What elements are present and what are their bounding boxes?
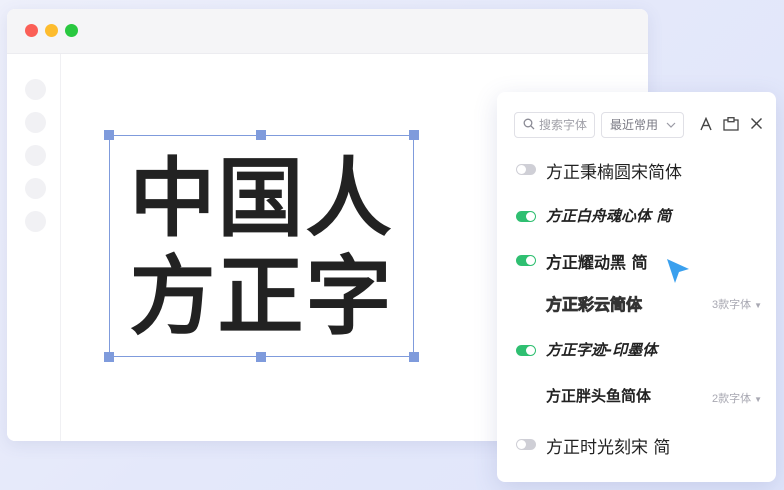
caret-down-icon: ▼: [754, 395, 762, 404]
sidebar-item[interactable]: [25, 112, 46, 133]
font-list-item[interactable]: 方正白舟魂心体 简: [497, 201, 776, 235]
font-list-item[interactable]: 方正耀动黑 简: [497, 245, 776, 279]
font-list-item[interactable]: 方正秉楠圆宋简体: [497, 154, 776, 188]
resize-handle-bottom-left[interactable]: [104, 352, 114, 362]
sidebar-item[interactable]: [25, 145, 46, 166]
window-titlebar: [7, 9, 648, 54]
font-toggle[interactable]: [516, 345, 536, 356]
caret-down-icon: ▼: [754, 301, 762, 310]
font-toggle[interactable]: [516, 211, 536, 222]
sidebar-item[interactable]: [25, 79, 46, 100]
font-filter-select[interactable]: 最近常用: [601, 112, 684, 138]
font-letter-icon[interactable]: [699, 117, 713, 131]
font-variant-count[interactable]: 3款字体 ▼: [712, 296, 762, 312]
search-placeholder: 搜索字体: [539, 118, 588, 132]
close-window-button[interactable]: [25, 24, 38, 37]
window-layout-icon[interactable]: [723, 117, 739, 131]
mouse-cursor-icon: [667, 259, 689, 283]
canvas-text-line-2: 方正字: [129, 247, 394, 347]
font-name: 方正耀动黑 简: [546, 253, 648, 272]
filter-value: 最近常用: [610, 118, 659, 132]
font-name: 方正时光刻宋 简: [546, 438, 671, 458]
maximize-window-button[interactable]: [65, 24, 78, 37]
font-toggle[interactable]: [516, 439, 536, 450]
font-name: 方正秉楠圆宋简体: [546, 163, 682, 183]
font-name: 方正字迹-印墨体: [546, 341, 658, 359]
resize-handle-top-right[interactable]: [409, 130, 419, 140]
font-name: 方正白舟魂心体 简: [546, 207, 672, 225]
font-search-input[interactable]: 搜索字体: [514, 112, 595, 138]
sidebar-item[interactable]: [25, 178, 46, 199]
sidebar-item[interactable]: [25, 211, 46, 232]
close-icon[interactable]: [750, 117, 763, 130]
font-variant-count[interactable]: 2款字体 ▼: [712, 390, 762, 406]
font-list-item[interactable]: 方正时光刻宋 简: [497, 429, 776, 463]
canvas-text-line-1: 中国人: [129, 149, 394, 249]
search-icon: [523, 118, 535, 130]
font-toggle[interactable]: [516, 164, 536, 175]
chevron-down-icon: [666, 114, 676, 145]
font-list-item[interactable]: 方正彩云简体 3款字体 ▼: [497, 287, 776, 321]
selected-text-box[interactable]: 中国人 方正字: [104, 130, 419, 362]
font-list-item[interactable]: 方正胖头鱼简体 2款字体 ▼: [497, 381, 776, 415]
resize-handle-bottom[interactable]: [256, 352, 266, 362]
font-toggle[interactable]: [516, 255, 536, 266]
font-name: 方正胖头鱼简体: [546, 387, 652, 405]
resize-handle-bottom-right[interactable]: [409, 352, 419, 362]
font-panel: 搜索字体 最近常用 方正秉楠圆宋简体 方正白舟魂心体 简 方正耀动黑 简 方正彩…: [497, 92, 776, 482]
font-list-item[interactable]: 方正字迹-印墨体: [497, 335, 776, 369]
resize-handle-top-left[interactable]: [104, 130, 114, 140]
resize-handle-top[interactable]: [256, 130, 266, 140]
minimize-window-button[interactable]: [45, 24, 58, 37]
sidebar: [7, 54, 61, 441]
font-name: 方正彩云简体: [546, 295, 643, 315]
